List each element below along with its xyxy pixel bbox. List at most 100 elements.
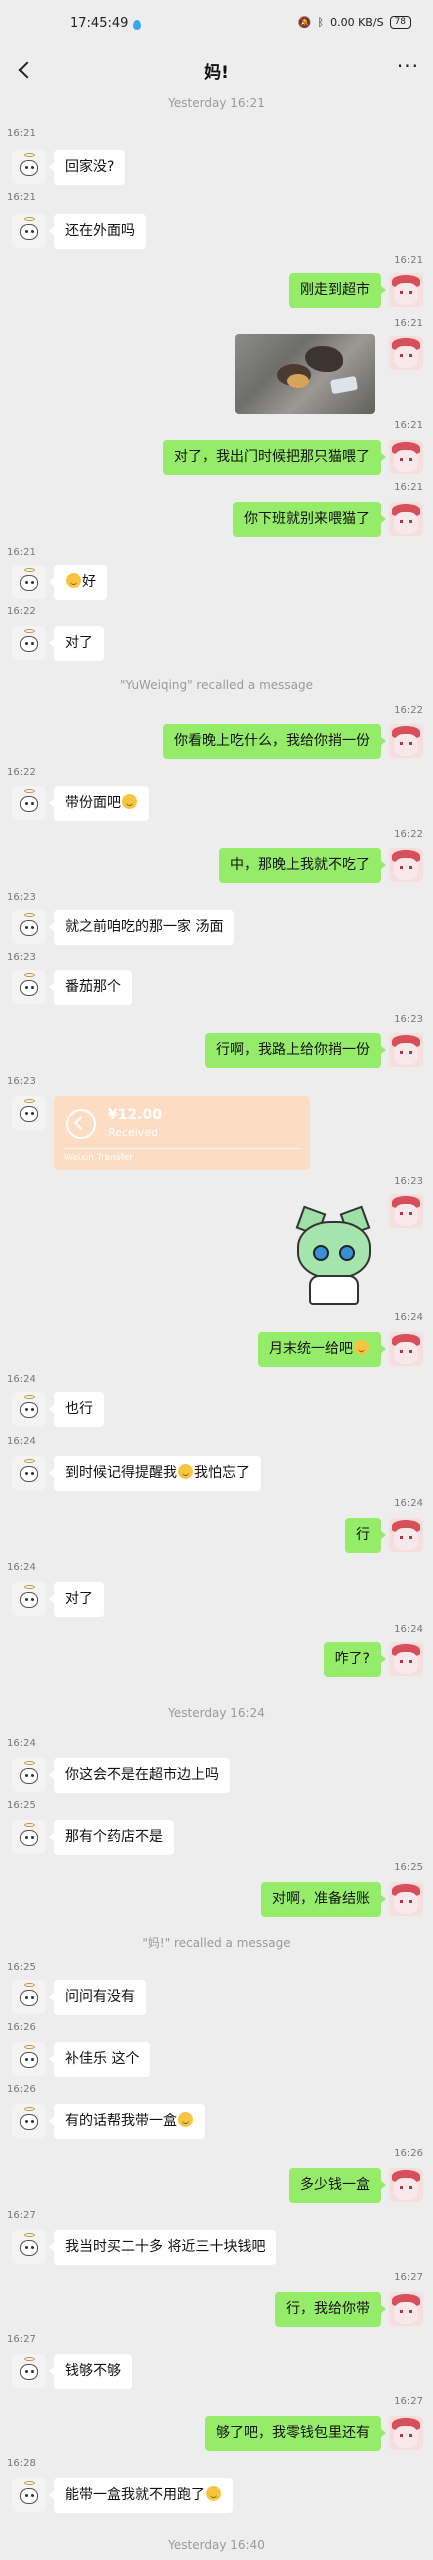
mom-avatar[interactable]	[12, 1392, 46, 1426]
bluetooth-icon: ᛒ	[317, 16, 325, 29]
message-bubble[interactable]: 你看晚上吃什么，我给你捎一份	[163, 724, 386, 759]
recall-notice: "妈!" recalled a message	[142, 1936, 291, 1950]
mom-avatar[interactable]	[12, 1758, 46, 1792]
message-time: 16:27	[7, 2210, 36, 2221]
message-time: 16:27	[394, 2396, 423, 2407]
my-avatar[interactable]	[389, 724, 423, 758]
message-bubble[interactable]: 好	[49, 565, 107, 600]
battery-icon: 78	[389, 16, 411, 29]
cat-photo[interactable]	[235, 334, 375, 414]
message-bubble[interactable]: 问问有没有	[49, 1980, 146, 2015]
mom-avatar[interactable]	[12, 2478, 46, 2512]
message-time: 16:24	[394, 1312, 423, 1323]
my-avatar[interactable]	[389, 336, 423, 370]
mom-avatar[interactable]	[12, 1980, 46, 2014]
message-bubble[interactable]: 也行	[49, 1392, 104, 1427]
message-bubble[interactable]: 番茄那个	[49, 970, 132, 1005]
message-bubble[interactable]: 咋了?	[323, 1642, 387, 1677]
message-bubble[interactable]: 够了吧，我零钱包里还有	[205, 2416, 386, 2451]
message-bubble[interactable]: 回家没?	[48, 150, 126, 185]
message-bubble[interactable]: 那有个药店不是	[49, 1820, 174, 1855]
mom-avatar[interactable]	[12, 214, 46, 248]
smirk-emoji-icon	[354, 1340, 369, 1355]
app-notification-icon	[133, 20, 141, 30]
chat-header: 妈! ···	[0, 44, 433, 96]
message-time: 16:25	[394, 1862, 423, 1873]
my-avatar[interactable]	[389, 1194, 423, 1228]
message-time: 16:22	[394, 705, 423, 716]
mute-icon: 🔕	[297, 16, 312, 29]
more-options-icon[interactable]: ···	[397, 54, 419, 78]
message-bubble[interactable]: 对了	[49, 1582, 104, 1617]
message-time: 16:21	[7, 192, 36, 203]
my-avatar[interactable]	[389, 1332, 423, 1366]
message-bubble[interactable]: 你下班就别来喂猫了	[233, 502, 386, 537]
cat-girl-sticker[interactable]	[287, 1205, 381, 1309]
recall-notice: "YuWeiqing" recalled a message	[119, 678, 314, 692]
message-time: 16:21	[394, 482, 423, 493]
net-speed: 0.00 KB/S	[330, 16, 384, 29]
message-bubble[interactable]: 能带一盒我就不用跑了	[49, 2478, 233, 2513]
message-bubble[interactable]: 到时候记得提醒我 我怕忘了	[49, 1456, 261, 1491]
message-bubble[interactable]: 多少钱一盒	[289, 2168, 386, 2203]
message-bubble[interactable]: 行啊，我路上给你捎一份	[205, 1033, 386, 1068]
my-avatar[interactable]	[389, 440, 423, 474]
mom-avatar[interactable]	[12, 150, 46, 184]
smile-emoji-icon	[122, 794, 137, 809]
message-time: 16:22	[394, 829, 423, 840]
mom-avatar[interactable]	[12, 1096, 46, 1130]
my-avatar[interactable]	[389, 1518, 423, 1552]
mom-avatar[interactable]	[12, 786, 46, 820]
status-time: 17:45:49	[70, 16, 129, 31]
message-bubble[interactable]: 对了，我出门时候把那只猫喂了	[163, 440, 386, 475]
mom-avatar[interactable]	[12, 2042, 46, 2076]
mom-avatar[interactable]	[12, 1582, 46, 1616]
transfer-received-icon	[66, 1109, 96, 1139]
my-avatar[interactable]	[389, 1033, 423, 1067]
message-bubble[interactable]: 行，我给你带	[275, 2292, 386, 2327]
message-bubble[interactable]: 还在外面吗	[49, 214, 146, 249]
status-icons: 🔕 ᛒ 0.00 KB/S 78	[298, 16, 411, 29]
message-bubble[interactable]: 钱够不够	[49, 2354, 132, 2389]
message-time: 16:24	[7, 1738, 36, 1749]
my-avatar[interactable]	[389, 502, 423, 536]
message-time: 16:21	[7, 547, 36, 558]
mom-avatar[interactable]	[12, 2354, 46, 2388]
message-bubble[interactable]: 对啊，准备结账	[261, 1882, 386, 1917]
message-time: 16:26	[7, 2084, 36, 2095]
mom-avatar[interactable]	[12, 970, 46, 1004]
my-avatar[interactable]	[389, 1642, 423, 1676]
message-time: 16:25	[7, 1962, 36, 1973]
message-time: 16:25	[7, 1800, 36, 1811]
message-time: 16:24	[7, 1562, 36, 1573]
message-bubble[interactable]: 补佳乐 这个	[48, 2042, 151, 2077]
message-bubble[interactable]: 我当时买二十多 将近三十块钱吧	[48, 2230, 277, 2265]
mom-avatar[interactable]	[12, 565, 46, 599]
my-avatar[interactable]	[389, 273, 423, 307]
message-bubble[interactable]: 月末统一给吧	[258, 1332, 386, 1367]
message-time: 16:23	[7, 952, 36, 963]
mom-avatar[interactable]	[12, 2104, 46, 2138]
mom-avatar[interactable]	[12, 910, 46, 944]
message-bubble[interactable]: 中，那晚上我就不吃了	[219, 848, 386, 883]
transfer-status: Received	[108, 1126, 159, 1139]
mom-avatar[interactable]	[12, 1820, 46, 1854]
mom-avatar[interactable]	[12, 1456, 46, 1490]
smile-emoji-icon	[178, 1464, 193, 1479]
my-avatar[interactable]	[389, 848, 423, 882]
message-bubble[interactable]: 对了	[49, 626, 104, 661]
message-bubble[interactable]: 就之前咱吃的那一家 汤面	[48, 910, 235, 945]
message-time: 16:24	[7, 1374, 36, 1385]
my-avatar[interactable]	[389, 2416, 423, 2450]
mom-avatar[interactable]	[12, 626, 46, 660]
transfer-card[interactable]: ¥12.00 Received Weixin Transfer	[54, 1096, 310, 1170]
message-bubble[interactable]: 刚走到超市	[289, 273, 386, 308]
message-bubble[interactable]: 你这会不是在超市边上吗	[49, 1758, 230, 1793]
mom-avatar[interactable]	[12, 2230, 46, 2264]
message-bubble[interactable]: 有的话帮我带一盒	[49, 2104, 205, 2139]
my-avatar[interactable]	[389, 2292, 423, 2326]
my-avatar[interactable]	[389, 2168, 423, 2202]
my-avatar[interactable]	[389, 1882, 423, 1916]
message-bubble[interactable]: 行	[345, 1518, 386, 1553]
message-bubble[interactable]: 带份面吧	[49, 786, 149, 821]
